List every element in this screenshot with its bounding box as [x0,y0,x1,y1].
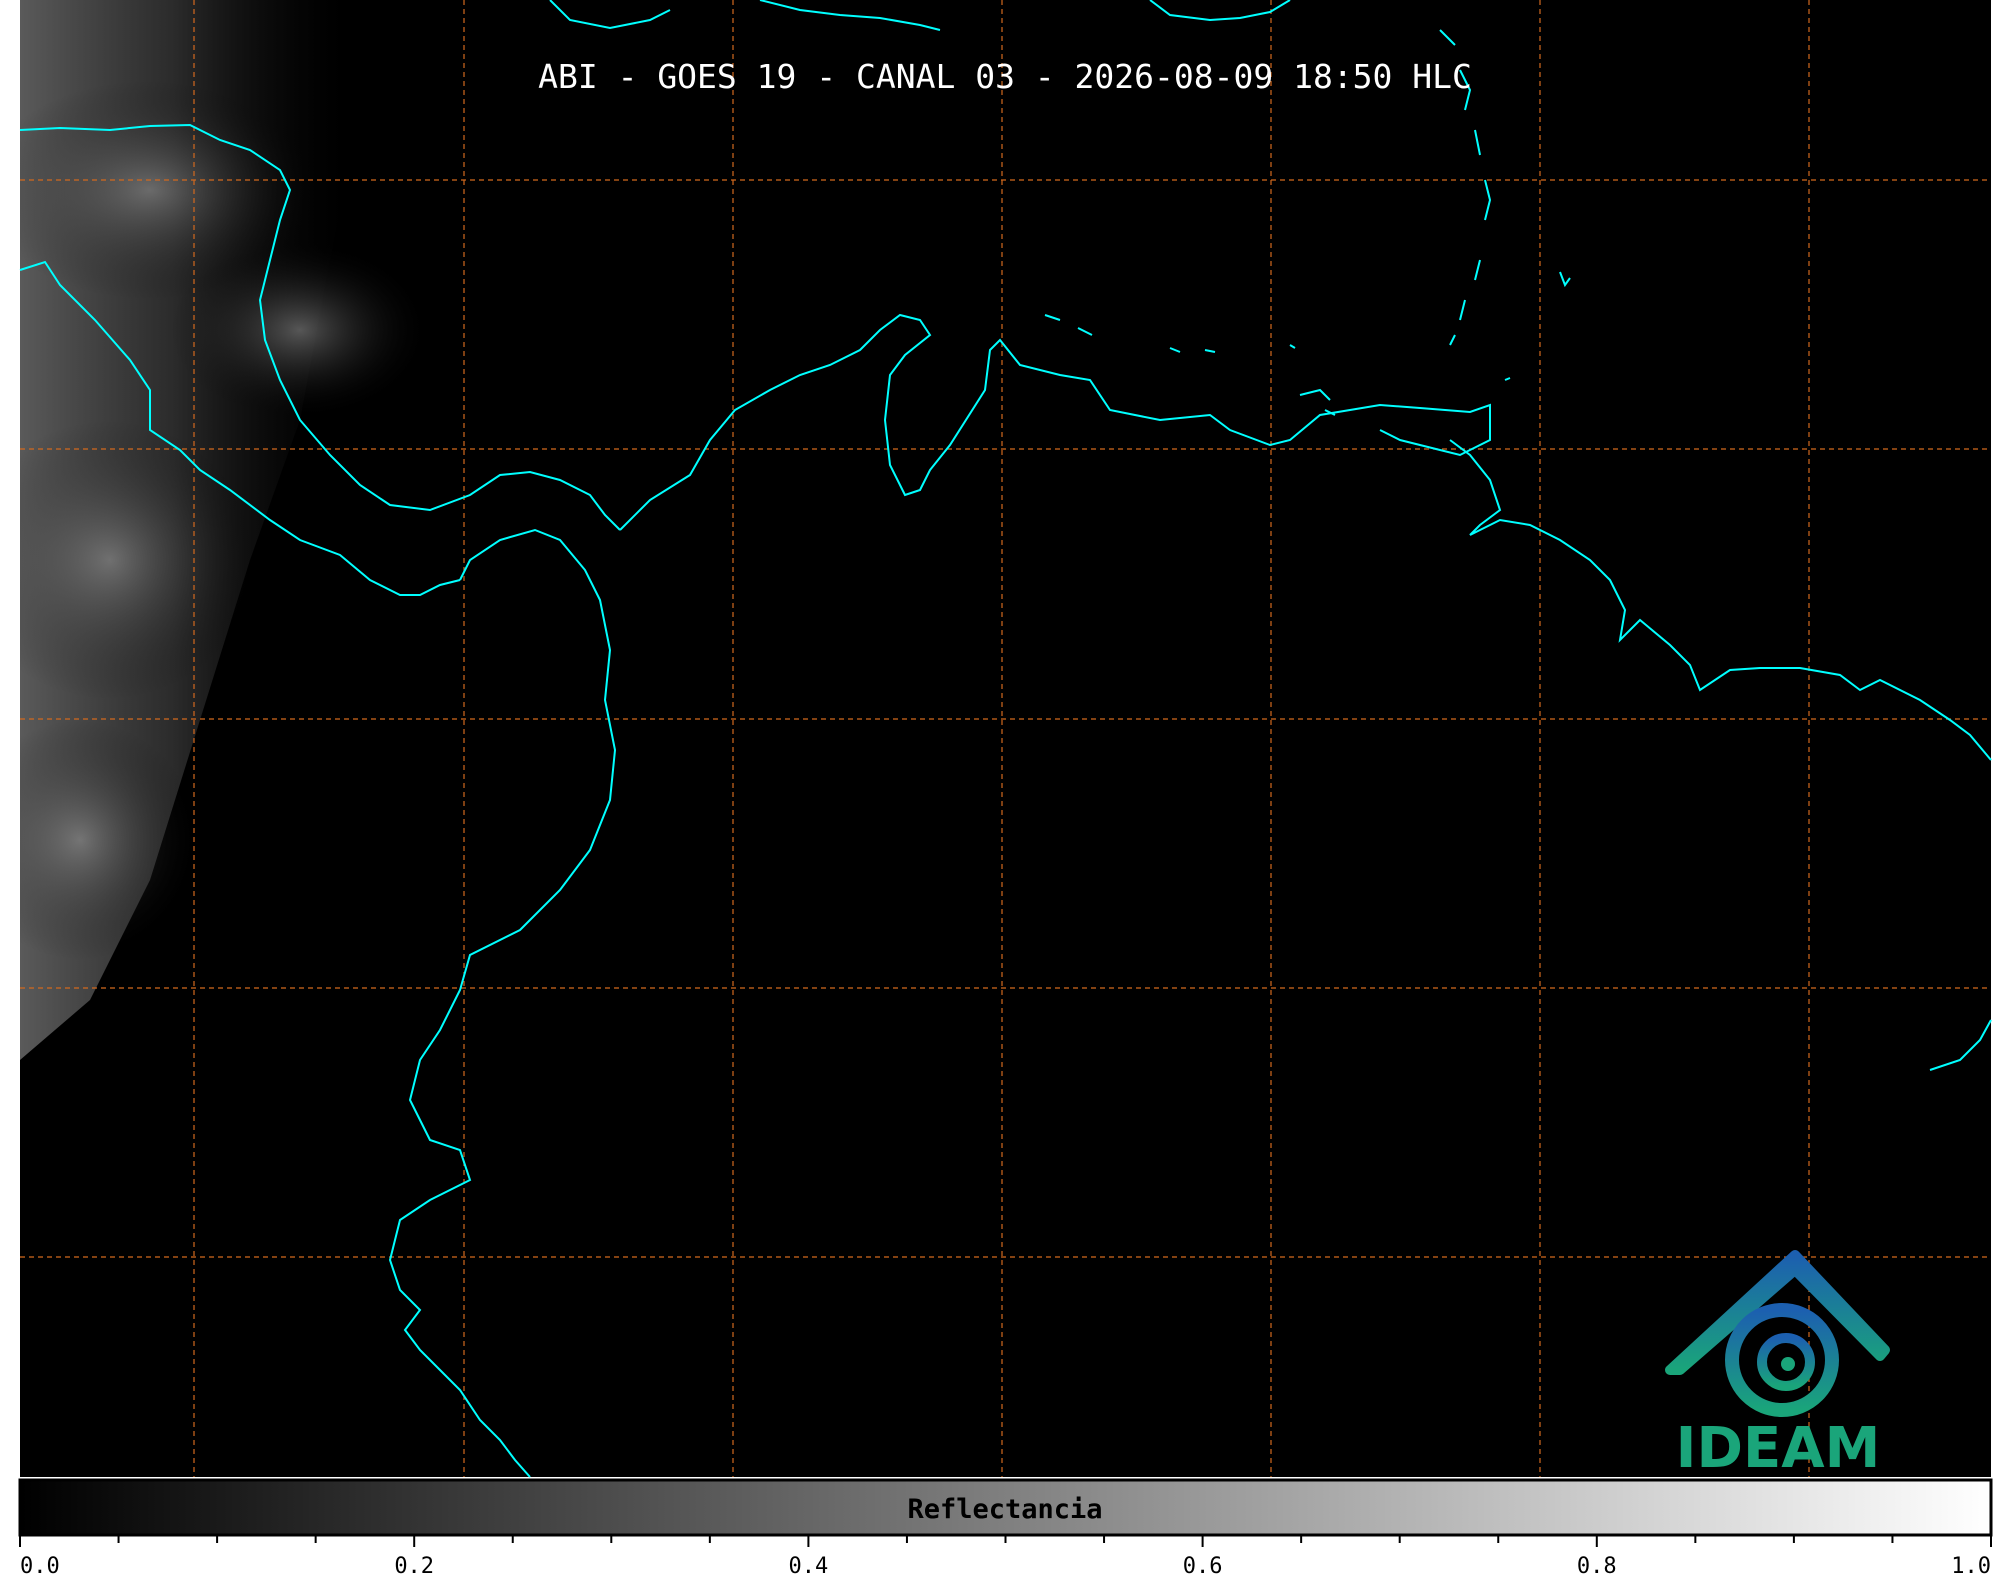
logo-text: IDEAM [1676,1416,1881,1481]
colorbar-tick-label: 0.6 [1183,1554,1223,1577]
colorbar-tick-labels: 0.0 0.2 0.4 0.6 0.8 1.0 [20,1554,1991,1577]
chart-title: ABI - GOES 19 - CANAL 03 - 2026-08-09 18… [538,57,1472,96]
colorbar: Reflectancia 0.0 0.2 0.4 0.6 0.8 1.0 [18,1478,1993,1577]
colorbar-label: Reflectancia [907,1494,1102,1525]
colorbar-tick-label: 1.0 [1951,1554,1991,1577]
map-panel: ABI - GOES 19 - CANAL 03 - 2026-08-09 18… [19,0,1992,1478]
colorbar-ticks [19,1535,1992,1547]
colorbar-tick-label: 0.2 [394,1554,434,1577]
satellite-figure: ABI - GOES 19 - CANAL 03 - 2026-08-09 18… [18,0,1993,1577]
logo-swirl-center [1781,1357,1795,1371]
colorbar-tick-label: 0.0 [20,1554,60,1577]
colorbar-tick-label: 0.4 [789,1554,829,1577]
colorbar-tick-label: 0.8 [1577,1554,1617,1577]
